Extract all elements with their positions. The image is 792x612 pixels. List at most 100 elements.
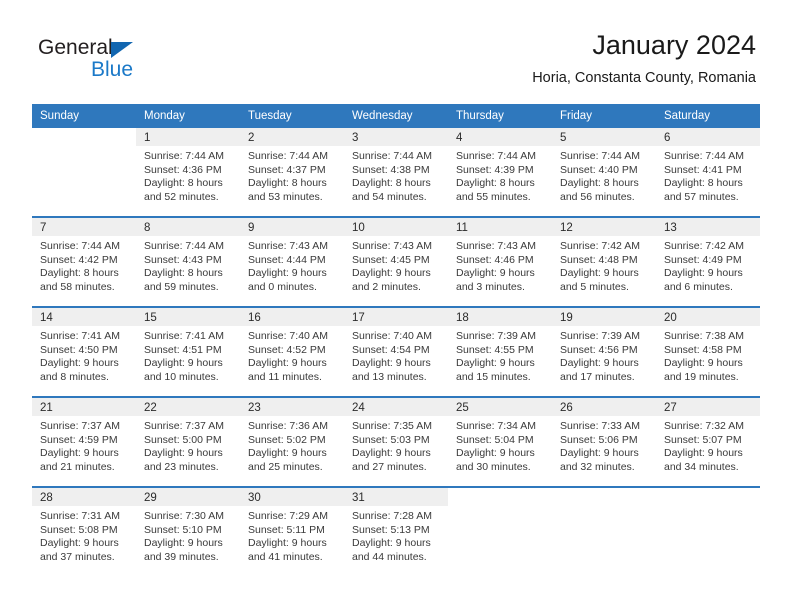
calendar-day-cell[interactable]: 27 Sunrise: 7:32 AM Sunset: 5:07 PM Dayligh… xyxy=(656,396,760,487)
calendar-day-cell[interactable]: 22 Sunrise: 7:37 AM Sunset: 5:00 PM Dayligh… xyxy=(136,396,240,487)
calendar-day-cell[interactable]: 13 Sunrise: 7:42 AM Sunset: 4:49 PM Dayligh… xyxy=(656,216,760,307)
day-cell-inner: 7 Sunrise: 7:44 AM Sunset: 4:42 PM Daylight… xyxy=(32,218,136,306)
daylight-line: Daylight: 9 hours xyxy=(40,357,119,369)
day-cell-inner xyxy=(552,488,656,576)
calendar-day-cell[interactable]: 5 Sunrise: 7:44 AM Sunset: 4:40 PM Daylight… xyxy=(552,128,656,217)
calendar-day-cell[interactable]: 26 Sunrise: 7:33 AM Sunset: 5:06 PM Dayligh… xyxy=(552,396,656,487)
sunset-line: Sunset: 4:40 PM xyxy=(560,163,638,176)
day-cell-inner: 17 Sunrise: 7:40 AM Sunset: 4:54 PM Dayligh… xyxy=(344,308,448,396)
calendar-day-cell[interactable]: 6 Sunrise: 7:44 AM Sunset: 4:41 PM Daylight… xyxy=(656,128,760,217)
calendar-day-cell[interactable]: 8 Sunrise: 7:44 AM Sunset: 4:43 PM Daylight… xyxy=(136,216,240,307)
day-number: 31 xyxy=(344,488,448,506)
day-number: 21 xyxy=(32,398,136,416)
calendar-day-cell[interactable]: 7 Sunrise: 7:44 AM Sunset: 4:42 PM Daylight… xyxy=(32,216,136,307)
title-block: January 2024 Horia, Constanta County, Ro… xyxy=(532,28,756,88)
daylight-line: and 0 minutes. xyxy=(248,280,317,293)
calendar-day-cell[interactable]: 4 Sunrise: 7:44 AM Sunset: 4:39 PM Daylight… xyxy=(448,128,552,217)
calendar-day-cell[interactable]: 31 Sunrise: 7:28 AM Sunset: 5:13 PM Dayligh… xyxy=(344,486,448,576)
day-number: 12 xyxy=(552,218,656,236)
sunrise-line: Sunrise: 7:44 AM xyxy=(248,150,328,162)
day-cell-inner: 13 Sunrise: 7:42 AM Sunset: 4:49 PM Dayligh… xyxy=(656,218,760,306)
sunset-line: Sunset: 4:52 PM xyxy=(248,343,326,356)
page-header: General Blue January 2024 Horia, Constan… xyxy=(0,0,792,104)
calendar-day-cell[interactable]: 9 Sunrise: 7:43 AM Sunset: 4:44 PM Daylight… xyxy=(240,216,344,307)
day-sun-info: Sunrise: 7:44 AM Sunset: 4:41 PM Daylight:… xyxy=(656,146,760,204)
calendar-day-cell[interactable]: 24 Sunrise: 7:35 AM Sunset: 5:03 PM Dayligh… xyxy=(344,396,448,487)
calendar-day-cell[interactable]: 17 Sunrise: 7:40 AM Sunset: 4:54 PM Dayligh… xyxy=(344,306,448,397)
calendar-day-cell[interactable]: 28 Sunrise: 7:31 AM Sunset: 5:08 PM Dayligh… xyxy=(32,486,136,576)
daylight-line: and 37 minutes. xyxy=(40,550,115,563)
day-cell-inner xyxy=(656,488,760,576)
sunrise-line: Sunrise: 7:31 AM xyxy=(40,510,120,522)
day-number: 15 xyxy=(136,308,240,326)
daylight-line: and 39 minutes. xyxy=(144,550,219,563)
calendar-day-cell[interactable]: 29 Sunrise: 7:30 AM Sunset: 5:10 PM Dayligh… xyxy=(136,486,240,576)
general-blue-logo: General Blue xyxy=(38,36,178,88)
sunset-line: Sunset: 4:50 PM xyxy=(40,343,118,356)
daylight-line: Daylight: 9 hours xyxy=(248,447,327,459)
sunrise-line: Sunrise: 7:42 AM xyxy=(560,240,640,252)
day-cell-inner: 23 Sunrise: 7:36 AM Sunset: 5:02 PM Dayligh… xyxy=(240,398,344,486)
calendar-day-cell[interactable]: 30 Sunrise: 7:29 AM Sunset: 5:11 PM Dayligh… xyxy=(240,486,344,576)
calendar-day-cell[interactable]: 2 Sunrise: 7:44 AM Sunset: 4:37 PM Daylight… xyxy=(240,128,344,217)
calendar-day-cell[interactable]: 25 Sunrise: 7:34 AM Sunset: 5:04 PM Dayligh… xyxy=(448,396,552,487)
sunrise-line: Sunrise: 7:38 AM xyxy=(664,330,744,342)
sunset-line: Sunset: 4:41 PM xyxy=(664,163,742,176)
calendar-day-cell[interactable]: 21 Sunrise: 7:37 AM Sunset: 4:59 PM Dayligh… xyxy=(32,396,136,487)
daylight-line: Daylight: 8 hours xyxy=(40,267,119,279)
sunset-line: Sunset: 4:49 PM xyxy=(664,253,742,266)
calendar-day-cell[interactable]: 11 Sunrise: 7:43 AM Sunset: 4:46 PM Dayligh… xyxy=(448,216,552,307)
daylight-line: and 56 minutes. xyxy=(560,190,635,203)
calendar-day-cell[interactable]: 12 Sunrise: 7:42 AM Sunset: 4:48 PM Dayligh… xyxy=(552,216,656,307)
sunset-line: Sunset: 5:04 PM xyxy=(456,433,534,446)
sunset-line: Sunset: 5:02 PM xyxy=(248,433,326,446)
sunset-line: Sunset: 4:59 PM xyxy=(40,433,118,446)
daylight-line: and 52 minutes. xyxy=(144,190,219,203)
day-cell-inner: 22 Sunrise: 7:37 AM Sunset: 5:00 PM Dayligh… xyxy=(136,398,240,486)
calendar-day-cell[interactable]: 23 Sunrise: 7:36 AM Sunset: 5:02 PM Dayligh… xyxy=(240,396,344,487)
day-cell-inner: 5 Sunrise: 7:44 AM Sunset: 4:40 PM Daylight… xyxy=(552,128,656,216)
daylight-line: and 53 minutes. xyxy=(248,190,323,203)
daylight-line: Daylight: 8 hours xyxy=(560,177,639,189)
calendar-day-cell[interactable]: 16 Sunrise: 7:40 AM Sunset: 4:52 PM Dayligh… xyxy=(240,306,344,397)
day-number: 25 xyxy=(448,398,552,416)
sunrise-line: Sunrise: 7:44 AM xyxy=(144,150,224,162)
day-cell-inner: 31 Sunrise: 7:28 AM Sunset: 5:13 PM Dayligh… xyxy=(344,488,448,576)
sunset-line: Sunset: 4:54 PM xyxy=(352,343,430,356)
sunset-line: Sunset: 4:43 PM xyxy=(144,253,222,266)
daylight-line: and 25 minutes. xyxy=(248,460,323,473)
daylight-line: and 2 minutes. xyxy=(352,280,421,293)
calendar-day-cell[interactable]: 19 Sunrise: 7:39 AM Sunset: 4:56 PM Dayligh… xyxy=(552,306,656,397)
day-sun-info: Sunrise: 7:30 AM Sunset: 5:10 PM Daylight:… xyxy=(136,506,240,564)
calendar-day-cell[interactable]: 1 Sunrise: 7:44 AM Sunset: 4:36 PM Daylight… xyxy=(136,128,240,217)
calendar-day-cell[interactable]: 3 Sunrise: 7:44 AM Sunset: 4:38 PM Daylight… xyxy=(344,128,448,217)
day-cell-inner: 2 Sunrise: 7:44 AM Sunset: 4:37 PM Daylight… xyxy=(240,128,344,216)
sunset-line: Sunset: 4:56 PM xyxy=(560,343,638,356)
calendar-day-cell[interactable]: 15 Sunrise: 7:41 AM Sunset: 4:51 PM Dayligh… xyxy=(136,306,240,397)
daylight-line: and 23 minutes. xyxy=(144,460,219,473)
calendar-day-cell[interactable]: 18 Sunrise: 7:39 AM Sunset: 4:55 PM Dayligh… xyxy=(448,306,552,397)
day-sun-info: Sunrise: 7:44 AM Sunset: 4:38 PM Daylight:… xyxy=(344,146,448,204)
day-number: 19 xyxy=(552,308,656,326)
day-number: 2 xyxy=(240,128,344,146)
day-cell-inner: 8 Sunrise: 7:44 AM Sunset: 4:43 PM Daylight… xyxy=(136,218,240,306)
sunset-line: Sunset: 4:39 PM xyxy=(456,163,534,176)
day-sun-info xyxy=(552,506,656,510)
sunrise-line: Sunrise: 7:44 AM xyxy=(40,240,120,252)
calendar-day-cell[interactable]: 20 Sunrise: 7:38 AM Sunset: 4:58 PM Dayligh… xyxy=(656,306,760,397)
daylight-line: and 13 minutes. xyxy=(352,370,427,383)
sunrise-line: Sunrise: 7:40 AM xyxy=(352,330,432,342)
daylight-line: Daylight: 9 hours xyxy=(40,537,119,549)
calendar-week-row: 28 Sunrise: 7:31 AM Sunset: 5:08 PM Dayligh… xyxy=(32,486,760,576)
day-cell-inner xyxy=(32,128,136,216)
calendar-day-cell[interactable]: 10 Sunrise: 7:43 AM Sunset: 4:45 PM Dayligh… xyxy=(344,216,448,307)
sunset-line: Sunset: 4:38 PM xyxy=(352,163,430,176)
daylight-line: Daylight: 9 hours xyxy=(248,357,327,369)
day-sun-info: Sunrise: 7:39 AM Sunset: 4:55 PM Daylight:… xyxy=(448,326,552,384)
day-cell-inner: 19 Sunrise: 7:39 AM Sunset: 4:56 PM Dayligh… xyxy=(552,308,656,396)
day-sun-info: Sunrise: 7:42 AM Sunset: 4:48 PM Daylight:… xyxy=(552,236,656,294)
sunrise-line: Sunrise: 7:32 AM xyxy=(664,420,744,432)
logo-text-blue: Blue xyxy=(91,58,134,81)
sunrise-line: Sunrise: 7:44 AM xyxy=(144,240,224,252)
calendar-day-cell[interactable]: 14 Sunrise: 7:41 AM Sunset: 4:50 PM Dayligh… xyxy=(32,306,136,397)
